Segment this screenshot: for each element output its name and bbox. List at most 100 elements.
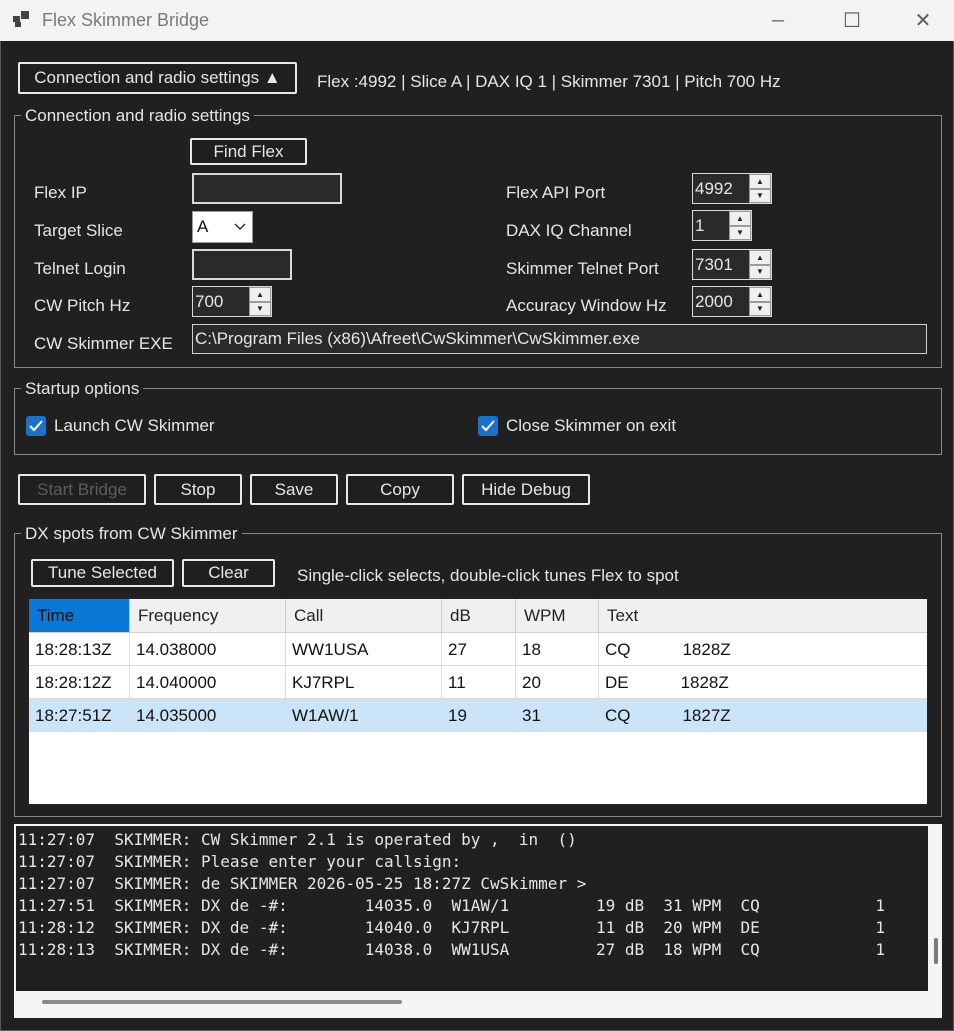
- find-flex-button[interactable]: Find Flex: [190, 138, 307, 165]
- target-slice-select[interactable]: A: [192, 211, 253, 243]
- log-line: 11:28:13 SKIMMER: DX de -#: 14038.0 WW1U…: [18, 940, 885, 959]
- status-summary: Flex :4992 | Slice A | DAX IQ 1 | Skimme…: [317, 72, 781, 91]
- flex-api-port-label: Flex API Port: [506, 183, 606, 202]
- dax-iq-label: DAX IQ Channel: [506, 221, 632, 240]
- chevron-down-icon: [234, 212, 246, 242]
- cw-pitch-stepper[interactable]: 700 ▲ ▼: [192, 286, 272, 317]
- target-slice-value: A: [197, 217, 209, 236]
- stop-button[interactable]: Stop: [154, 474, 242, 505]
- flex-api-port-value: 4992: [695, 178, 733, 198]
- spots-table[interactable]: Time Frequency Call dB WPM Text 18:28:13…: [27, 597, 929, 806]
- window-title: Flex Skimmer Bridge: [42, 10, 210, 30]
- telnet-login-label: Telnet Login: [34, 259, 126, 278]
- close-icon: ✕: [914, 10, 932, 32]
- copy-button[interactable]: Copy: [346, 474, 454, 505]
- cw-pitch-value: 700: [195, 291, 224, 311]
- spin-up-icon[interactable]: ▲: [749, 174, 771, 189]
- spin-down-icon[interactable]: ▼: [729, 225, 751, 240]
- table-row[interactable]: 18:28:12Z 14.040000 KJ7RPL 11 20 DE 1828…: [29, 666, 927, 699]
- log-line: 11:28:12 SKIMMER: DX de -#: 14040.0 KJ7R…: [18, 918, 885, 937]
- target-slice-label: Target Slice: [34, 221, 123, 240]
- spots-group-label: DX spots from CW Skimmer: [21, 524, 242, 544]
- cell-time: 18:28:13Z: [29, 633, 130, 666]
- spin-down-icon[interactable]: ▼: [749, 301, 771, 316]
- cell-db: 27: [442, 633, 516, 666]
- close-skimmer-label: Close Skimmer on exit: [506, 416, 677, 435]
- cell-time: 18:27:51Z: [29, 699, 130, 732]
- connection-group-label: Connection and radio settings: [21, 106, 254, 126]
- cell-frequency: 14.040000: [130, 666, 286, 699]
- skimmer-telnet-port-stepper[interactable]: 7301 ▲ ▼: [692, 249, 772, 280]
- cell-time: 18:28:12Z: [29, 666, 130, 699]
- cell-text: DE 1828Z: [605, 672, 729, 692]
- cell-wpm: 18: [516, 633, 599, 666]
- minimize-button[interactable]: ─: [755, 0, 801, 41]
- startup-group-label: Startup options: [21, 379, 144, 399]
- debug-log-text[interactable]: 11:27:07 SKIMMER: CW Skimmer 2.1 is oper…: [16, 826, 928, 991]
- telnet-login-field[interactable]: [192, 249, 292, 280]
- close-button[interactable]: ✕: [900, 0, 946, 41]
- table-row[interactable]: 18:28:13Z 14.038000 WW1USA 27 18 CQ 1828…: [29, 633, 927, 666]
- accuracy-window-value: 2000: [695, 291, 733, 311]
- cw-skimmer-exe-label: CW Skimmer EXE: [34, 334, 173, 353]
- check-icon: [29, 420, 43, 432]
- spin-up-icon[interactable]: ▲: [729, 211, 751, 226]
- column-header-frequency[interactable]: Frequency: [130, 599, 286, 633]
- cell-frequency: 14.038000: [130, 633, 286, 666]
- accuracy-window-label: Accuracy Window Hz: [506, 296, 667, 315]
- spin-up-icon[interactable]: ▲: [749, 250, 771, 265]
- spin-down-icon[interactable]: ▼: [749, 264, 771, 279]
- cell-frequency: 14.035000: [130, 699, 286, 732]
- cell-call: KJ7RPL: [286, 666, 442, 699]
- horizontal-scroll-thumb[interactable]: [42, 1000, 402, 1004]
- app-icon: [13, 11, 29, 27]
- spin-down-icon[interactable]: ▼: [749, 188, 771, 203]
- skimmer-telnet-port-label: Skimmer Telnet Port: [506, 259, 659, 278]
- cw-pitch-label: CW Pitch Hz: [34, 296, 131, 315]
- table-row-selected[interactable]: 18:27:51Z 14.035000 W1AW/1 19 31 CQ 1827…: [29, 699, 927, 732]
- check-icon: [481, 420, 495, 432]
- cell-text: CQ 1827Z: [605, 705, 731, 725]
- dax-iq-stepper[interactable]: 1 ▲ ▼: [692, 210, 752, 241]
- column-header-wpm[interactable]: WPM: [516, 599, 599, 633]
- hide-debug-button[interactable]: Hide Debug: [462, 474, 590, 505]
- clear-button[interactable]: Clear: [182, 559, 275, 587]
- cell-text: CQ 1828Z: [605, 639, 731, 659]
- cw-skimmer-exe-field[interactable]: C:\Program Files (x86)\Afreet\CwSkimmer\…: [192, 324, 927, 354]
- cell-db: 11: [442, 666, 516, 699]
- save-button[interactable]: Save: [250, 474, 338, 505]
- minimize-icon: ─: [771, 10, 785, 30]
- launch-skimmer-label: Launch CW Skimmer: [54, 416, 215, 435]
- settings-toggle-button[interactable]: Connection and radio settings ▲: [18, 62, 297, 94]
- column-header-call[interactable]: Call: [286, 599, 442, 633]
- log-line: 11:27:07 SKIMMER: Please enter your call…: [18, 852, 462, 871]
- column-header-time[interactable]: Time: [29, 599, 130, 633]
- column-header-db[interactable]: dB: [442, 599, 516, 633]
- flex-ip-label: Flex IP: [34, 183, 87, 202]
- vertical-scroll-thumb[interactable]: [934, 938, 938, 964]
- log-line: 11:27:51 SKIMMER: DX de -#: 14035.0 W1AW…: [18, 896, 885, 915]
- title-bar: Flex Skimmer Bridge ─ ☐ ✕: [0, 0, 954, 41]
- spin-down-icon[interactable]: ▼: [249, 301, 271, 316]
- vertical-scrollbar[interactable]: [928, 824, 942, 989]
- dax-iq-value: 1: [695, 215, 705, 235]
- flex-ip-field[interactable]: [192, 173, 342, 204]
- debug-log[interactable]: 11:27:07 SKIMMER: CW Skimmer 2.1 is oper…: [14, 824, 942, 1018]
- start-bridge-button[interactable]: Start Bridge: [18, 474, 146, 505]
- column-header-text[interactable]: Text: [599, 599, 927, 633]
- log-line: 11:27:07 SKIMMER: CW Skimmer 2.1 is oper…: [18, 830, 577, 849]
- launch-skimmer-checkbox[interactable]: [26, 416, 46, 436]
- spin-up-icon[interactable]: ▲: [249, 287, 271, 302]
- accuracy-window-stepper[interactable]: 2000 ▲ ▼: [692, 286, 772, 317]
- close-skimmer-checkbox[interactable]: [478, 416, 498, 436]
- maximize-icon: ☐: [843, 10, 861, 32]
- spots-hint: Single-click selects, double-click tunes…: [297, 566, 679, 585]
- cell-wpm: 31: [516, 699, 599, 732]
- tune-selected-button[interactable]: Tune Selected: [31, 559, 174, 587]
- flex-api-port-stepper[interactable]: 4992 ▲ ▼: [692, 173, 772, 204]
- cell-wpm: 20: [516, 666, 599, 699]
- maximize-button[interactable]: ☐: [829, 0, 875, 41]
- spin-up-icon[interactable]: ▲: [749, 287, 771, 302]
- cell-db: 19: [442, 699, 516, 732]
- cell-call: W1AW/1: [286, 699, 442, 732]
